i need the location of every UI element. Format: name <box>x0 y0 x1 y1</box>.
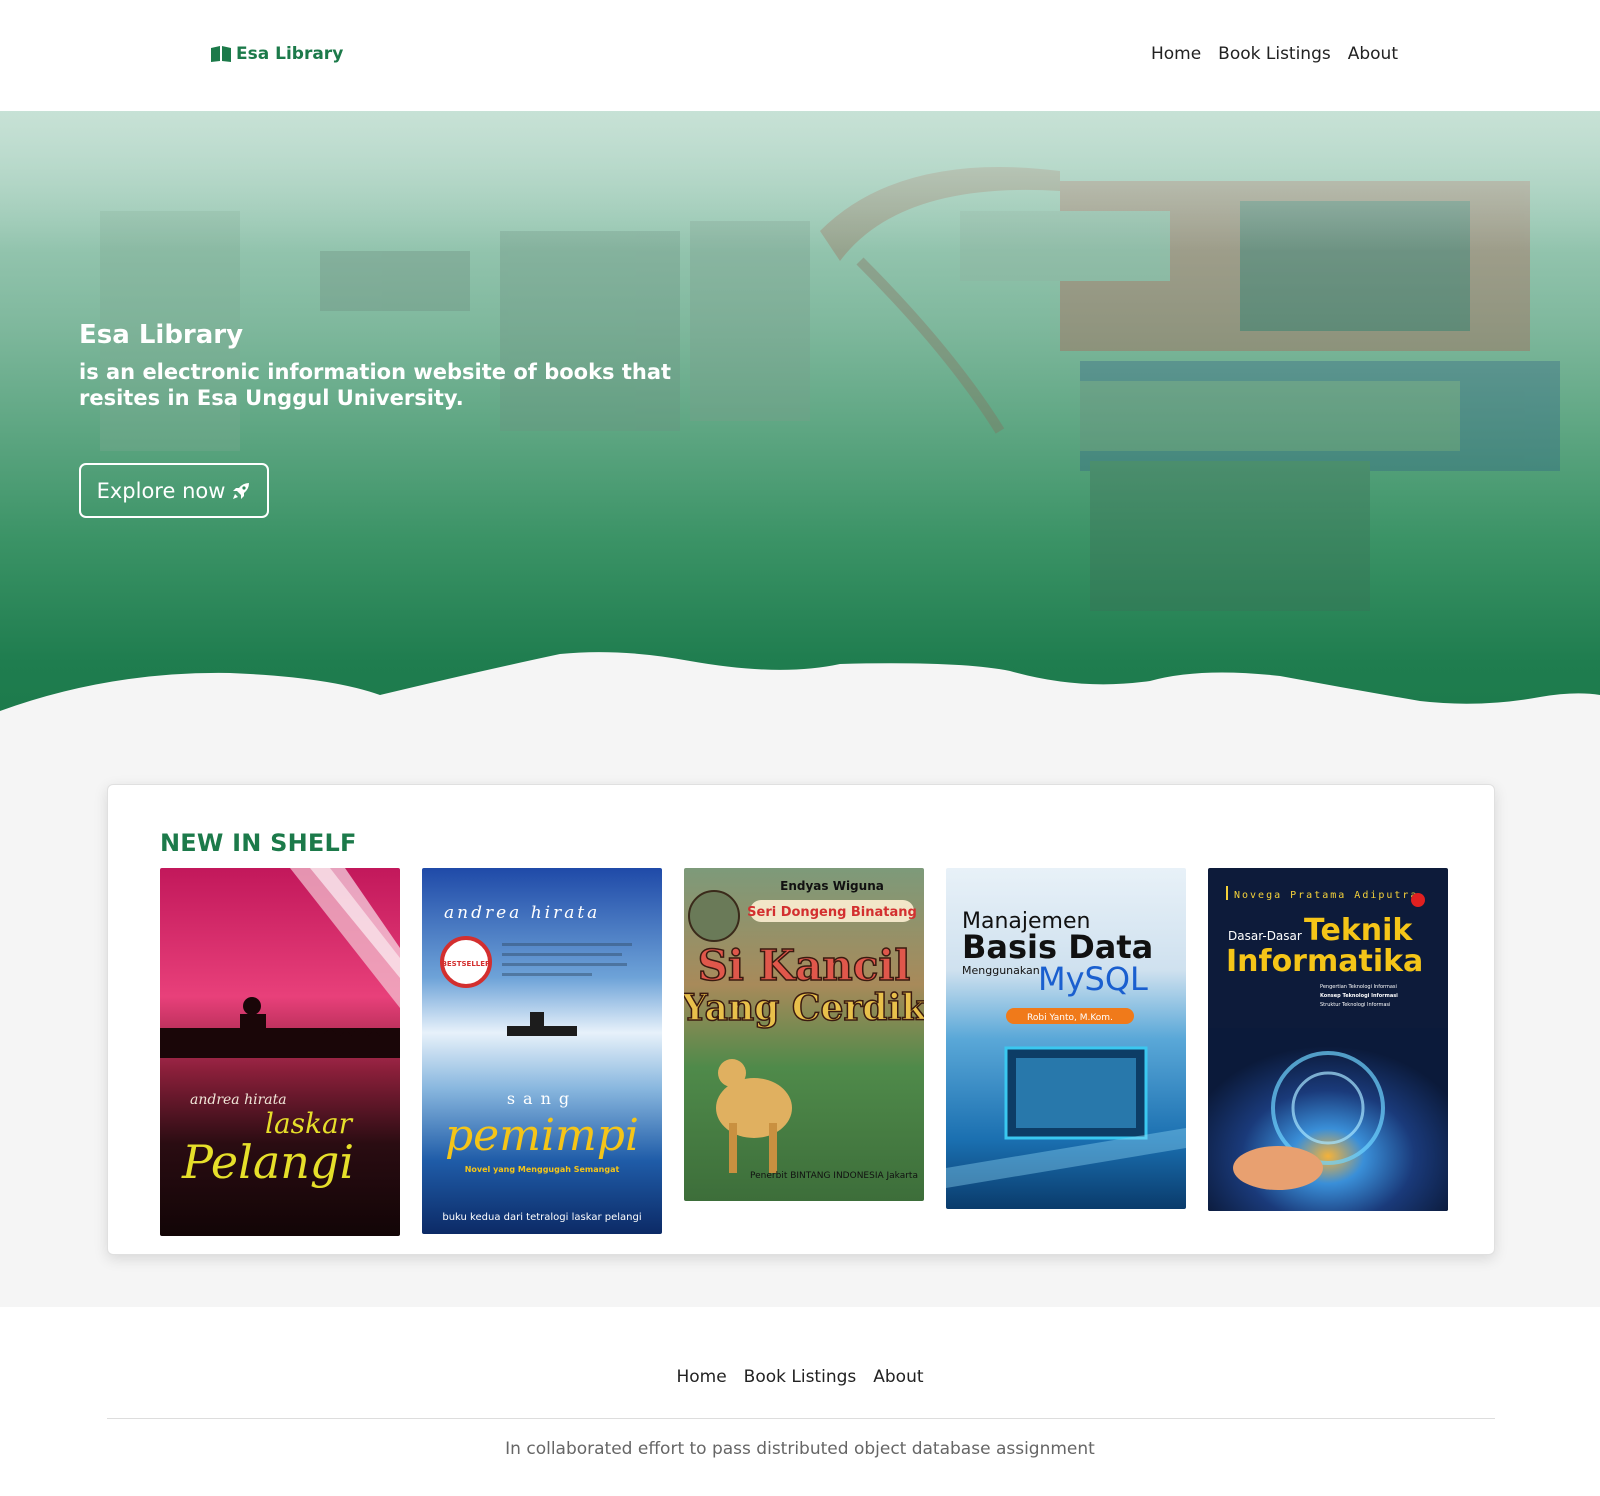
book-title: Pelangi <box>181 1135 354 1189</box>
book-title-mysql: MySQL <box>1038 960 1148 998</box>
hero-title: Esa Library <box>79 320 244 350</box>
footer-divider <box>107 1418 1495 1419</box>
book-title: Si Kancil <box>698 941 911 990</box>
book-cover-art: Manajemen Basis Data Menggunakan MySQL R… <box>946 868 1186 1209</box>
book-title: pemimpi <box>445 1110 639 1161</box>
book-tagline: Novel yang Menggugah Semangat <box>465 1165 620 1174</box>
book-cover-art: andrea hirata BESTSELLER sang pemimpi No… <box>422 868 662 1234</box>
open-book-icon <box>211 46 231 62</box>
book-title-top: sang <box>507 1089 577 1108</box>
book-cover-si-kancil[interactable]: Endyas Wiguna Seri Dongeng Binatang Si K… <box>684 868 924 1201</box>
explore-now-button[interactable]: Explore now <box>79 463 269 518</box>
book-pre-title: Dasar-Dasar <box>1228 929 1302 943</box>
footer-link-book-listings[interactable]: Book Listings <box>744 1367 857 1387</box>
book-cover-laskar-pelangi[interactable]: andrea hirata laskar Pelangi <box>160 868 400 1236</box>
book-subtitle: Menggunakan <box>962 964 1040 977</box>
book-cover-art: Endyas Wiguna Seri Dongeng Binatang Si K… <box>684 868 924 1201</box>
footer-links: Home Book Listings About <box>0 1367 1600 1387</box>
explore-now-label: Explore now <box>96 478 226 503</box>
book-badge: BESTSELLER <box>442 960 491 968</box>
nav-about[interactable]: About <box>1348 44 1398 64</box>
rocket-icon <box>233 482 250 499</box>
book-cover-art: Novega Pratama Adiputra Dasar-Dasar Tekn… <box>1208 868 1448 1211</box>
book-footer: buku kedua dari tetralogi laskar pelangi <box>442 1212 641 1223</box>
nav-home[interactable]: Home <box>1151 44 1201 64</box>
book-author: Novega Pratama Adiputra <box>1234 890 1418 901</box>
brand-logo[interactable]: Esa Library <box>210 44 343 64</box>
navbar: Esa Library Home Book Listings About <box>0 0 1600 111</box>
book-bullet-2: Konsep Teknologi Informasi <box>1320 993 1398 999</box>
book-author: andrea hirata <box>444 903 600 923</box>
book-publisher: Penerbit BINTANG INDONESIA Jakarta <box>750 1171 918 1181</box>
footer: Home Book Listings About In collaborated… <box>0 1307 1600 1496</box>
brand-name: Esa Library <box>236 44 344 64</box>
shelf-title: NEW IN SHELF <box>160 829 357 857</box>
book-cover-sang-pemimpi[interactable]: andrea hirata BESTSELLER sang pemimpi No… <box>422 868 662 1234</box>
book-series: Seri Dongeng Binatang <box>747 905 917 920</box>
book-author: Robi Yanto, M.Kom. <box>1027 1013 1113 1023</box>
nav-links: Home Book Listings About <box>1151 44 1398 64</box>
book-bullet-1: Pengertian Teknologi Informasi <box>1320 984 1397 990</box>
book-author: Endyas Wiguna <box>780 879 884 893</box>
nav-book-listings[interactable]: Book Listings <box>1218 44 1331 64</box>
footer-link-home[interactable]: Home <box>676 1367 726 1387</box>
book-title-bottom: Yang Cerdik <box>684 987 924 1029</box>
book-cover-teknik-informatika[interactable]: Novega Pratama Adiputra Dasar-Dasar Tekn… <box>1208 868 1448 1211</box>
book-title: Teknik <box>1304 913 1413 948</box>
footer-link-about[interactable]: About <box>873 1367 923 1387</box>
new-in-shelf-card: NEW IN SHELF andrea hirata laskar Pelang… <box>107 784 1495 1255</box>
book-bullet-3: Struktur Teknologi Informasi <box>1320 1002 1390 1008</box>
book-cover-basis-data[interactable]: Manajemen Basis Data Menggunakan MySQL R… <box>946 868 1186 1209</box>
book-cover-art: andrea hirata laskar Pelangi <box>160 868 400 1236</box>
book-author: andrea hirata <box>190 1092 287 1108</box>
hero-background-image <box>0 111 1600 723</box>
footer-note: In collaborated effort to pass distribut… <box>505 1439 1095 1459</box>
book-title-bottom: Informatika <box>1226 944 1423 979</box>
hero-subtitle: is an electronic information website of … <box>79 360 672 410</box>
hero-section: Esa Library is an electronic information… <box>0 111 1600 723</box>
